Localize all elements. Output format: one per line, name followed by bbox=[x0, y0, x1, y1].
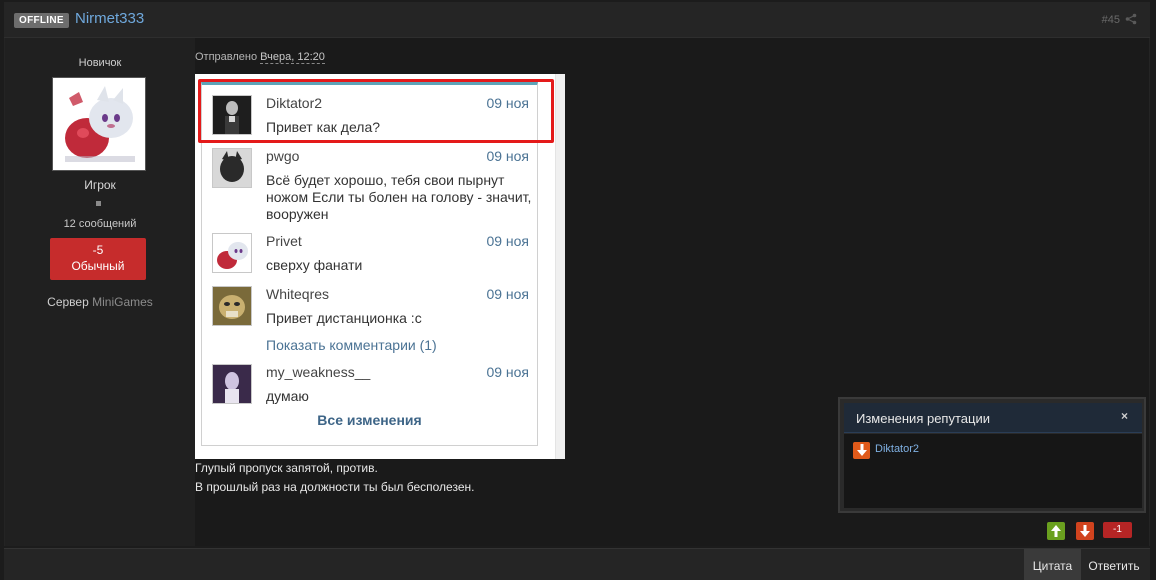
close-icon[interactable]: × bbox=[1121, 409, 1128, 423]
feed-item-text: Привет дистанционка :с bbox=[266, 310, 422, 326]
posted-prefix: Отправлено bbox=[195, 51, 258, 63]
feed-item-text: думаю bbox=[266, 388, 309, 404]
server-line: Сервер MiniGames bbox=[5, 295, 195, 309]
feed-item-avatar bbox=[212, 148, 252, 188]
popup-header: Изменения репутации × bbox=[844, 403, 1142, 433]
vote-down-button[interactable] bbox=[1076, 522, 1094, 540]
arrow-down-icon bbox=[853, 442, 870, 459]
feed-item-avatar bbox=[212, 233, 252, 273]
share-icon[interactable] bbox=[1125, 13, 1137, 25]
all-changes-link[interactable]: Все изменения bbox=[202, 412, 537, 428]
group-pip-icon bbox=[96, 201, 101, 206]
reputation-label: Обычный bbox=[71, 259, 125, 273]
quote-button[interactable]: Цитата bbox=[1024, 549, 1081, 580]
feed-item-date: 09 ноя bbox=[486, 148, 529, 164]
server-name: MiniGames bbox=[92, 295, 153, 309]
reputation-value: -5 bbox=[92, 243, 104, 257]
post-number-link[interactable]: #45 bbox=[1102, 14, 1120, 26]
post-footer: Цитата Ответить bbox=[4, 548, 1150, 580]
status-badge: OFFLINE bbox=[14, 13, 69, 28]
rep-entry-user-link[interactable]: Diktator2 bbox=[875, 443, 919, 455]
feed-item-avatar bbox=[212, 286, 252, 326]
posted-date: Вчера, 12:20 bbox=[260, 51, 325, 64]
highlight-frame bbox=[198, 79, 554, 143]
feed-item-date: 09 ноя bbox=[486, 286, 529, 302]
author-name-link[interactable]: Nirmet333 bbox=[75, 10, 144, 27]
forum-post: OFFLINE Nirmet333 #45 Новичок Игрок 12 с… bbox=[0, 0, 1156, 580]
reputation-badge: -5 Обычный bbox=[50, 238, 146, 280]
posted-date-line: Отправлено Вчера, 12:20 bbox=[195, 51, 325, 64]
feed-item-name: pwgo bbox=[266, 148, 300, 164]
feed-item-date: 09 ноя bbox=[486, 364, 529, 380]
scrollbar[interactable] bbox=[555, 74, 565, 459]
message-line-1: Глупый пропуск запятой, против. bbox=[195, 461, 378, 475]
message-line-2: В прошлый раз на должности ты был беспол… bbox=[195, 480, 475, 494]
group-name: Игрок bbox=[84, 178, 116, 192]
feed-item-name: my_weakness__ bbox=[266, 364, 371, 380]
reputation-changes-popup: Изменения репутации × Diktator2 bbox=[838, 397, 1146, 513]
feed-item-text: сверху фанати bbox=[266, 257, 363, 273]
show-comments-link[interactable]: Показать комментарии (1) bbox=[266, 337, 437, 353]
feed-item-avatar bbox=[212, 364, 252, 404]
feed-item-text: Всё будет хорошо, тебя свои пырнут ножом… bbox=[266, 172, 532, 222]
popup-body: Diktator2 bbox=[844, 434, 1142, 508]
embedded-screenshot: Diktator2 09 ноя Привет как дела? pwgo 0… bbox=[195, 74, 565, 459]
rank-title: Новичок bbox=[78, 57, 122, 69]
feed-item-name: Privet bbox=[266, 233, 302, 249]
server-prefix: Сервер bbox=[47, 295, 89, 309]
arrow-down-icon bbox=[1080, 525, 1090, 537]
posts-count: 12 сообщений bbox=[63, 218, 137, 230]
vote-up-button[interactable] bbox=[1047, 522, 1065, 540]
feed-item-date: 09 ноя bbox=[486, 233, 529, 249]
post-header: OFFLINE Nirmet333 #45 bbox=[4, 2, 1150, 38]
avatar[interactable] bbox=[52, 77, 146, 171]
reply-button[interactable]: Ответить bbox=[1084, 549, 1144, 580]
arrow-up-icon bbox=[1051, 525, 1061, 537]
feed-item-name: Whiteqres bbox=[266, 286, 330, 302]
vote-score: -1 bbox=[1103, 522, 1132, 538]
author-info-column: Новичок Игрок 12 сообщений -5 Обычный Се… bbox=[5, 38, 195, 546]
popup-title: Изменения репутации bbox=[856, 411, 990, 426]
